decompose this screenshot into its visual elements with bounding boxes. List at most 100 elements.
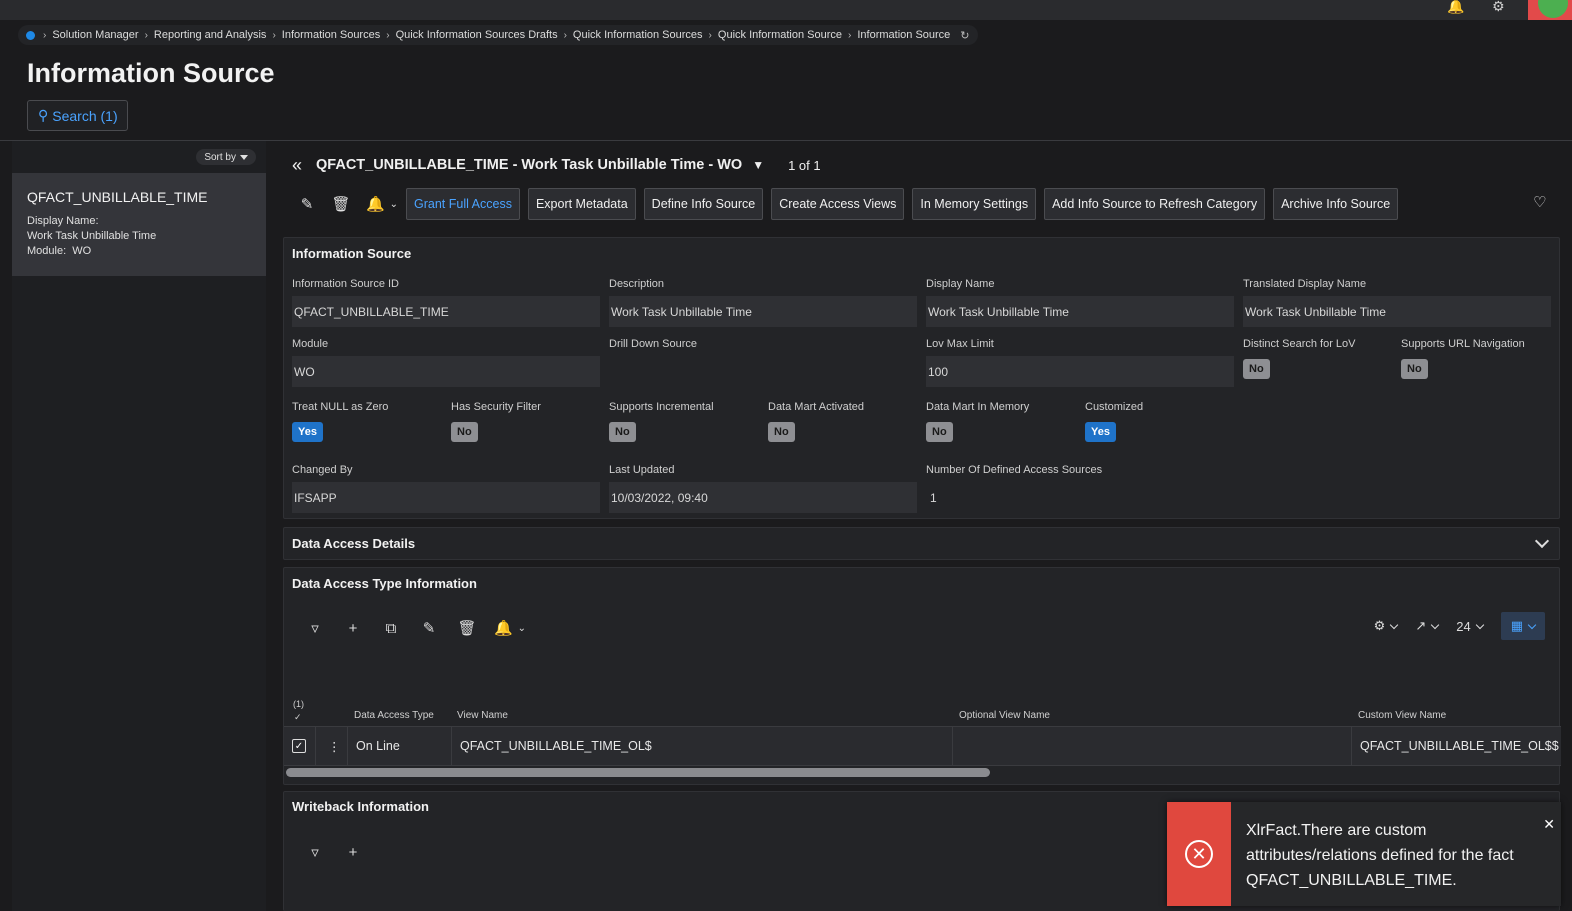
collapse-panel-icon[interactable]: « (292, 155, 302, 176)
filter-icon[interactable]: ▿ (296, 840, 334, 864)
breadcrumb-item[interactable]: Information Sources (282, 29, 380, 41)
list-item[interactable]: QFACT_UNBILLABLE_TIME Display Name: Work… (12, 173, 266, 276)
grid-settings-button[interactable]: ⚙ (1374, 618, 1399, 634)
field-label: Has Security Filter (451, 401, 541, 413)
breadcrumb-item[interactable]: Quick Information Sources (573, 29, 703, 41)
add-to-refresh-category-button[interactable]: Add Info Source to Refresh Category (1044, 188, 1266, 220)
section-title: Data Access Type Information (292, 576, 477, 591)
access-sources-value: 1 (930, 490, 937, 505)
home-dot-icon[interactable] (26, 30, 35, 40)
record-header: « QFACT_UNBILLABLE_TIME - Work Task Unbi… (292, 155, 821, 175)
chevron-right-icon: › (848, 29, 852, 41)
record-selector-caret-icon[interactable]: ▼ (752, 158, 764, 172)
treat-null-badge[interactable]: Yes (292, 422, 323, 442)
lov-max-limit-value[interactable]: 100 (926, 356, 1234, 387)
display-name-value[interactable]: Work Task Unbillable Time (926, 296, 1234, 327)
distinct-search-badge[interactable]: No (1243, 359, 1270, 379)
grid-settings: ⚙ ↗ 24 ▦ (1374, 612, 1545, 640)
chevron-down-icon[interactable] (1534, 533, 1550, 549)
chevron-right-icon: › (386, 29, 390, 41)
supports-url-navigation-badge[interactable]: No (1401, 359, 1428, 379)
translated-display-name-field: Translated Display Name Work Task Unbill… (1243, 278, 1551, 327)
description-value[interactable]: Work Task Unbillable Time (609, 296, 917, 327)
column-header-custom-view-name[interactable]: Custom View Name (1358, 710, 1446, 721)
data-mart-in-memory-badge[interactable]: No (926, 422, 953, 442)
duplicate-icon[interactable]: ⧉ (372, 616, 410, 640)
column-header-view-name[interactable]: View Name (457, 710, 508, 721)
has-security-filter-badge[interactable]: No (451, 422, 478, 442)
help-icon[interactable]: ⚙ (1492, 0, 1514, 14)
breadcrumb-item[interactable]: Solution Manager (52, 29, 138, 41)
edit-pencil-icon[interactable]: ✎ (290, 188, 324, 220)
page-size-select[interactable]: 24 (1456, 619, 1484, 634)
chevron-right-icon: › (708, 29, 712, 41)
row-checkbox[interactable]: ✓ (292, 739, 306, 753)
error-circle-icon: ✕ (1185, 840, 1213, 868)
grant-full-access-button[interactable]: Grant Full Access (406, 188, 520, 220)
customized-badge[interactable]: Yes (1085, 422, 1116, 442)
create-access-views-button[interactable]: Create Access Views (771, 188, 905, 220)
avatar[interactable] (1528, 0, 1572, 20)
toast-message: XlrFact.There are custom attributes/rela… (1246, 822, 1514, 889)
list-item-display-name: Work Task Unbillable Time (27, 230, 157, 242)
info-source-id-value[interactable]: QFACT_UNBILLABLE_TIME (292, 296, 600, 327)
supports-incremental-badge[interactable]: No (609, 422, 636, 442)
chevron-right-icon: › (563, 29, 567, 41)
table-row[interactable]: ✓ ⋮ On Line QFACT_UNBILLABLE_TIME_OL$ QF… (284, 726, 1561, 766)
supports-incremental-field: Supports Incremental No (609, 401, 759, 442)
grid-toolbar: ▿ + ⧉ ✎ 🗑 🔔 ⌄ (296, 616, 534, 640)
in-memory-settings-button[interactable]: In Memory Settings (912, 188, 1037, 220)
page-title: Information Source (27, 58, 275, 88)
refresh-icon[interactable]: ↻ (960, 29, 969, 42)
field-label: Supports Incremental (609, 401, 714, 413)
sort-by-button[interactable]: Sort by (196, 149, 256, 165)
translated-display-name-value[interactable]: Work Task Unbillable Time (1243, 296, 1551, 327)
breadcrumb-item[interactable]: Quick Information Sources Drafts (396, 29, 558, 41)
record-toolbar: ✎ 🗑 🔔 ⌄ Grant Full Access Export Metadata… (290, 188, 1406, 220)
selected-count: (1) (293, 699, 304, 709)
search-button-label: Search (1) (52, 107, 118, 124)
horizontal-scrollbar[interactable] (286, 768, 990, 777)
edit-pencil-icon[interactable]: ✎ (410, 616, 448, 640)
delete-trash-icon[interactable]: 🗑 (448, 616, 486, 640)
breadcrumb-item[interactable]: Reporting and Analysis (154, 29, 267, 41)
list-item-module: Module: WO (27, 244, 251, 259)
column-header-data-access-type[interactable]: Data Access Type (354, 710, 434, 721)
module-field: Module WO (292, 338, 600, 387)
module-value[interactable]: WO (292, 356, 600, 387)
add-icon[interactable]: + (334, 840, 372, 864)
notification-bell-icon[interactable]: 🔔 (1447, 0, 1469, 14)
changed-by-value[interactable]: IFSAPP (292, 482, 600, 513)
section-title: Information Source (292, 246, 412, 261)
field-label: Customized (1085, 401, 1144, 413)
export-button[interactable]: ↗ (1415, 618, 1440, 634)
add-icon[interactable]: + (334, 616, 372, 640)
has-security-filter-field: Has Security Filter No (451, 401, 601, 442)
search-button[interactable]: ⚲ Search (1) (27, 100, 128, 131)
bell-dropdown-icon[interactable]: 🔔 ⌄ (358, 188, 406, 220)
archive-info-source-button[interactable]: Archive Info Source (1273, 188, 1399, 220)
field-label: Treat NULL as Zero (292, 401, 389, 413)
view-mode-button[interactable]: ▦ (1500, 612, 1545, 640)
delete-trash-icon[interactable]: 🗑 (324, 188, 358, 220)
breadcrumb-item[interactable]: Quick Information Source (718, 29, 842, 41)
define-info-source-button[interactable]: Define Info Source (643, 188, 764, 220)
record-list-panel: Sort by QFACT_UNBILLABLE_TIME Display Na… (12, 141, 266, 911)
checkmark-icon[interactable]: ✓ (294, 712, 302, 723)
bell-dropdown-icon[interactable]: 🔔 ⌄ (486, 616, 534, 640)
data-mart-activated-field: Data Mart Activated No (768, 401, 918, 442)
last-updated-value[interactable]: 10/03/2022, 09:40 (609, 482, 917, 513)
row-menu-icon[interactable]: ⋮ (316, 727, 348, 765)
data-access-details-section[interactable]: Data Access Details (283, 527, 1560, 560)
data-mart-activated-badge[interactable]: No (768, 422, 795, 442)
export-metadata-button[interactable]: Export Metadata (527, 188, 636, 220)
favorite-heart-icon[interactable]: ♡ (1533, 193, 1546, 211)
filter-icon[interactable]: ▿ (296, 616, 334, 640)
search-icon: ⚲ (38, 107, 49, 123)
lov-max-limit-field: Lov Max Limit 100 (926, 338, 1234, 387)
column-header-optional-view-name[interactable]: Optional View Name (959, 710, 1050, 721)
field-label: Distinct Search for LoV (1243, 338, 1356, 350)
close-icon[interactable]: ✕ (1543, 816, 1555, 833)
supports-url-navigation-field: Supports URL Navigation No (1401, 338, 1551, 379)
field-label: Changed By (292, 464, 353, 476)
